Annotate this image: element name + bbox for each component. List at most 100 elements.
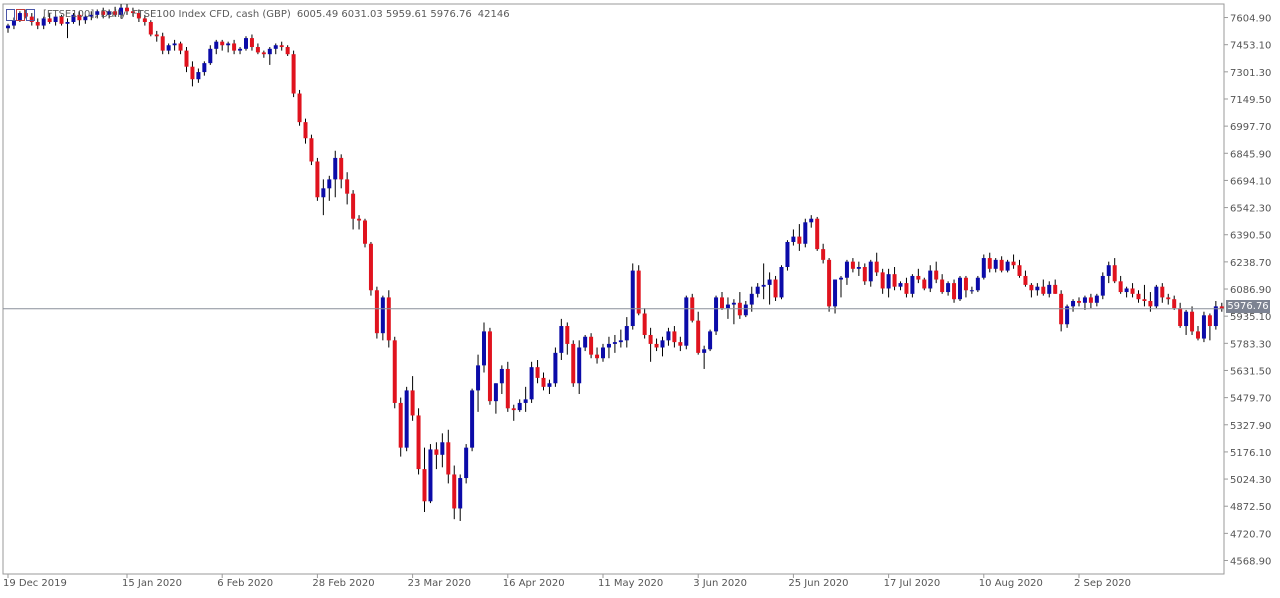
y-tick-label: 6997.70 (1230, 122, 1271, 133)
candle-body-down (184, 50, 189, 67)
candle-body-down (511, 408, 516, 411)
candle (785, 240, 790, 271)
candle (975, 275, 980, 293)
candle-body-up (844, 261, 849, 278)
candle (470, 388, 475, 452)
candle-body-down (315, 161, 320, 198)
candle-body-up (440, 442, 445, 455)
candle-body-down (963, 277, 968, 291)
candle-body-down (446, 442, 451, 475)
candle-body-down (1077, 300, 1081, 303)
candle-body-down (351, 193, 356, 219)
candle-body-down (416, 415, 421, 470)
candle-body-down (595, 354, 600, 359)
candle-body-down (1011, 261, 1016, 266)
chart-header: [FTSE100], Daily FTSE100 Index CFD, cash… (5, 6, 516, 22)
candle-body-up (1094, 295, 1099, 303)
chart-type-icon[interactable] (5, 8, 37, 21)
candle-body-up (1184, 311, 1189, 327)
candle-body-down (636, 270, 641, 314)
candle-body-up (975, 277, 980, 291)
candle-body-down (255, 47, 260, 53)
candle-body-down (392, 340, 397, 403)
candle (309, 134, 314, 166)
candle-body-up (517, 402, 522, 411)
candle-body-down (452, 474, 457, 509)
candle-body-up (1047, 284, 1052, 294)
candle (244, 36, 248, 51)
candle-body-down (422, 469, 427, 502)
candle-body-down (589, 336, 594, 355)
candle-body-up (1082, 297, 1087, 303)
candle-body-down (261, 52, 266, 55)
candle-body-up (779, 267, 784, 298)
y-tick-label: 6086.90 (1230, 285, 1271, 296)
candle-body-down (160, 36, 165, 51)
candle-body-down (345, 179, 350, 194)
candle-body-down (1148, 300, 1153, 307)
candle-body-down (363, 220, 367, 244)
y-tick-label: 5631.50 (1230, 366, 1271, 377)
candle-body-up (803, 222, 808, 244)
y-tick-label: 6238.70 (1230, 258, 1271, 269)
candle-body-up (380, 297, 385, 334)
candle (589, 333, 594, 359)
candle-body-up (273, 45, 278, 49)
candle (773, 275, 778, 301)
y-tick-label: 5024.30 (1230, 475, 1271, 486)
candle-body-up (1005, 261, 1010, 271)
candle-body-down (773, 279, 778, 298)
candle (1154, 284, 1159, 309)
candle-body-down (535, 367, 540, 378)
chart-area[interactable]: 7604.90 7453.10 7301.30 7149.50 6997.70 6845.… (0, 0, 1280, 598)
candle-body-down (571, 343, 576, 384)
candle-body-up (958, 277, 962, 300)
current-price-tag: 5976.76 (1226, 300, 1270, 313)
x-axis: 19 Dec 2019 15 Jan 2020 6 Feb 2020 28 Feb 2… (3, 574, 1131, 589)
candle-body-down (642, 313, 647, 335)
y-tick-label: 4872.50 (1230, 502, 1271, 513)
candle-body-up (196, 72, 201, 80)
candle (416, 408, 421, 475)
candle-body-up (1071, 300, 1076, 307)
plot-frame (2, 3, 1225, 575)
candle-body-up (244, 38, 248, 49)
candle-body-up (684, 297, 689, 346)
candle-body-up (708, 331, 713, 350)
candle-body-down (874, 261, 879, 273)
candle-body-up (928, 270, 933, 289)
symbol-label: [FTSE100], Daily (43, 8, 126, 20)
volume-value: 42146 (477, 8, 510, 20)
candle-body-up (267, 48, 272, 55)
candle-body-up (993, 259, 998, 269)
candle-body-up (612, 342, 617, 344)
candle-body-down (505, 368, 510, 409)
candle-body-up (214, 41, 219, 49)
candle-body-down (368, 243, 373, 291)
candle-body-down (880, 272, 885, 289)
candle-body-up (743, 304, 748, 316)
candle-body-up (6, 25, 10, 29)
candle (714, 295, 719, 335)
candle-body-up (981, 258, 986, 278)
candle-body-up (785, 241, 790, 268)
candle-body-down (1166, 297, 1171, 300)
candle-body-up (464, 447, 469, 479)
y-tick-label: 5479.70 (1230, 394, 1271, 405)
candle-body-down (220, 41, 225, 46)
candle-body-down (339, 157, 344, 180)
candle-body-up (761, 284, 766, 287)
candle (1005, 259, 1010, 273)
candle (404, 386, 409, 452)
candle-body-down (999, 259, 1004, 271)
y-tick-label: 6694.10 (1230, 176, 1271, 187)
candlestick-chart[interactable]: 7604.90 7453.10 7301.30 7149.50 6997.70 6845.… (0, 0, 1280, 598)
x-tick-label: 2 Sep 2020 (1074, 578, 1131, 589)
candle-body-down (291, 54, 296, 94)
candle-body-up (886, 274, 891, 289)
candle-body-up (172, 43, 177, 46)
candle-body-down (678, 342, 683, 346)
candle-body-down (892, 274, 897, 287)
symbol-description: FTSE100 Index CFD, cash (GBP) (131, 8, 291, 20)
candle-body-up (1100, 275, 1105, 296)
